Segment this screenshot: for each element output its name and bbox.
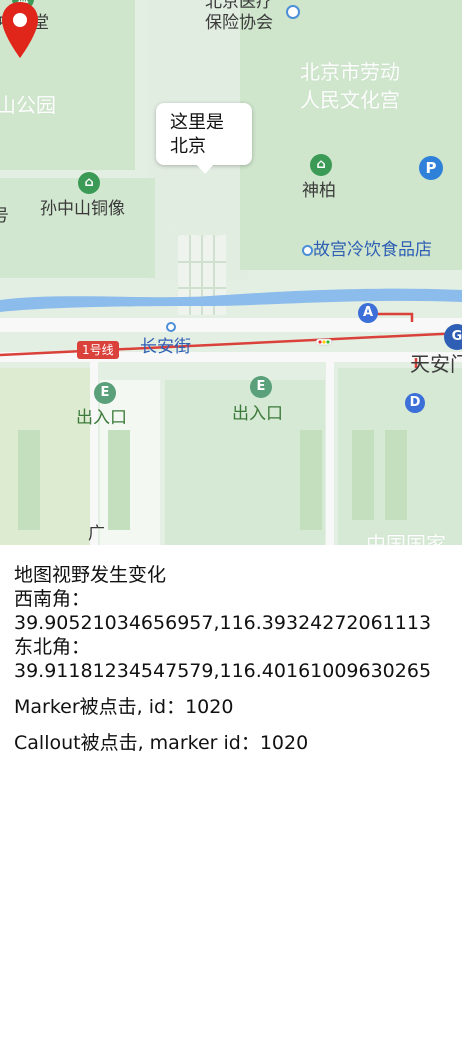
label-entrance-left: 出入口 xyxy=(76,408,127,428)
map-view[interactable]: 北京医疗 保险协会 中山堂 血 山公园 北京市劳动 人民文化宫 ⌂ 神柏 P ⌂… xyxy=(0,0,462,545)
label-bottom-guang: 广 xyxy=(88,524,105,544)
map-marker-pin-icon[interactable] xyxy=(0,0,40,62)
label-tiananmen-right: 天安门 xyxy=(410,352,462,376)
landmark-icon-sun-statue: ⌂ xyxy=(78,172,100,194)
parking-icon[interactable]: P xyxy=(419,156,443,180)
marker-callout[interactable]: 这里是 北京 xyxy=(156,103,252,174)
log-callout-clicked: Callout被点击, marker id：1020 xyxy=(14,732,309,754)
metro-exit-a-icon[interactable]: A xyxy=(358,303,378,323)
label-zhongshan-park: 山公园 xyxy=(0,93,56,117)
label-food-store: 故宫冷饮食品店 xyxy=(313,240,432,260)
log-marker-clicked: Marker被点击, id：1020 xyxy=(14,696,234,718)
label-tiananmen-faded: 天安门 xyxy=(162,216,222,240)
label-insurance-association: 保险协会 xyxy=(205,13,273,33)
food-store-dot-icon xyxy=(302,245,313,256)
event-log: 地图视野发生变化 西南角： 39.90521034656957,116.3932… xyxy=(0,545,462,755)
log-northeast-coords: 39.91181234547579,116.40161009630265 xyxy=(14,660,432,682)
changan-dot-icon xyxy=(166,322,176,332)
label-changan-street: 长安街 xyxy=(140,337,191,357)
label-national-museum: 中国国家 xyxy=(366,532,446,545)
log-view-changed: 地图视野发生变化 xyxy=(14,564,167,586)
log-southwest-label: 西南角： xyxy=(14,588,91,610)
landmark-icon-shenbai: ⌂ xyxy=(310,154,332,176)
callout-text: 这里是 北京 xyxy=(170,112,224,157)
metro-exit-d-icon[interactable]: D xyxy=(405,393,425,413)
log-northeast-label: 东北角： xyxy=(14,636,91,658)
label-entrance-right: 出入口 xyxy=(232,404,283,424)
label-shenbai: 神柏 xyxy=(302,181,336,201)
label-labor-palace-2: 人民文化宫 xyxy=(300,88,400,112)
label-hospital-association: 北京医疗 xyxy=(205,0,273,12)
label-labor-palace-1: 北京市劳动 xyxy=(300,60,400,84)
entrance-left-icon: E xyxy=(94,382,116,404)
label-sun-statue: 孙中山铜像 xyxy=(40,199,125,219)
log-southwest-coords: 39.90521034656957,116.39324272061113 xyxy=(14,612,432,634)
label-left-edge: 号 xyxy=(0,206,9,226)
metro-line-badge: 1号线 xyxy=(77,341,119,359)
poi-dot-icon xyxy=(286,5,300,19)
entrance-right-icon: E xyxy=(250,376,272,398)
